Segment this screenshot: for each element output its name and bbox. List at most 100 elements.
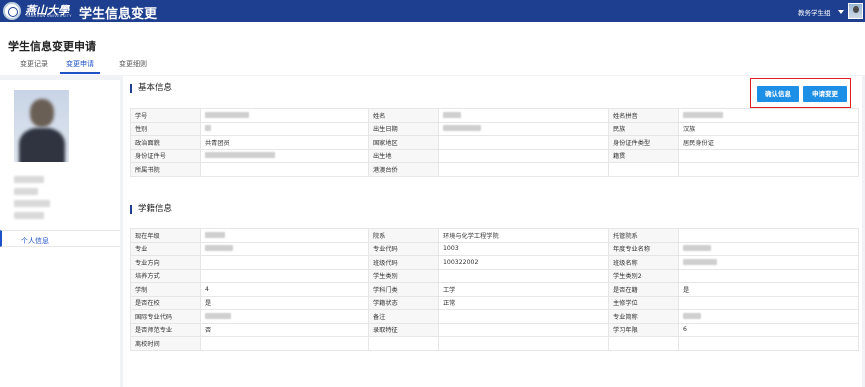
value-major-direction: [200, 255, 369, 270]
value-major-code: 1003: [438, 241, 609, 256]
value-discipline: 工学: [438, 282, 609, 297]
empty-cell: [608, 162, 679, 177]
confirm-info-button[interactable]: 确认信息: [757, 86, 799, 102]
label-discipline: 学科门类: [368, 282, 439, 297]
basic-info-table: 学号 姓名 姓名拼音 性别 出生日期 民族 汉族 政治面貌 共青团员 国家地区: [130, 108, 859, 177]
value-class-code: 100322002: [438, 255, 609, 270]
action-buttons-highlight: 确认信息 申请变更: [750, 78, 851, 108]
menu-item-label: 个人信息: [21, 237, 49, 245]
value-admission-feature: [438, 322, 609, 337]
label-ethnicity: 民族: [608, 121, 679, 136]
value-program-length: 4: [200, 282, 369, 297]
student-photo: [14, 90, 69, 162]
label-leave-date: 离校时间: [130, 336, 201, 351]
main-panel: 基本信息 确认信息 申请变更 学号 姓名 姓名拼音 性别 出生日期 民族 汉族 …: [123, 76, 862, 387]
tab-change-request[interactable]: 变更申请: [66, 59, 94, 69]
menu-item-personal-info[interactable]: 个人信息: [0, 230, 120, 247]
value-birthplace: [438, 148, 609, 163]
value-gender: [200, 121, 369, 136]
label-admission-feature: 录取特征: [368, 322, 439, 337]
value-leave-date: [200, 336, 369, 351]
label-department: 院系: [368, 228, 439, 243]
value-college: [200, 162, 369, 177]
label-enrollment-status: 学籍状态: [368, 295, 439, 310]
label-major: 专业: [130, 241, 201, 256]
redacted-info: [14, 200, 50, 207]
value-major-degree: [678, 295, 859, 310]
value-ethnicity: 汉族: [678, 121, 859, 136]
value-native-place: [678, 148, 859, 163]
page-header: 学生信息变更申请 变更记录 变更申请 变更细则: [0, 22, 865, 75]
label-major-direction: 专业方向: [130, 255, 201, 270]
empty-cell: [368, 336, 439, 351]
section-title-status: 学籍信息: [130, 205, 172, 214]
label-major-code: 专业代码: [368, 241, 439, 256]
tab-change-records[interactable]: 变更记录: [20, 59, 48, 69]
table-row: 是否师范专业 否 录取特征 学习年限 6: [130, 322, 859, 337]
value-annual-major-name: [678, 241, 859, 256]
value-department: 环境与化学工程学院: [438, 228, 609, 243]
label-annual-major-name: 年度专业名称: [608, 241, 679, 256]
redacted-name: [14, 176, 44, 183]
label-current-grade: 现在年级: [130, 228, 201, 243]
value-enrollment-status: 正常: [438, 295, 609, 310]
label-name: 姓名: [368, 108, 439, 123]
empty-cell: [438, 336, 609, 351]
user-avatar[interactable]: [848, 3, 863, 19]
value-study-years: 6: [678, 322, 859, 337]
value-birth-date: [438, 121, 609, 136]
value-major-abbr: [678, 309, 859, 324]
value-id-type: 居民身份证: [678, 135, 859, 150]
label-id-type: 身份证件类型: [608, 135, 679, 150]
empty-cell: [678, 162, 859, 177]
label-country: 国家地区: [368, 135, 439, 150]
empty-cell: [608, 336, 679, 351]
label-program-length: 学制: [130, 282, 201, 297]
table-row: 培养方式 学生类别 学生类别2: [130, 268, 859, 283]
label-political-status: 政治面貌: [130, 135, 201, 150]
label-remarks: 备注: [368, 309, 439, 324]
value-normal-major: 否: [200, 322, 369, 337]
label-student-category-2: 学生类别2: [608, 268, 679, 283]
value-on-campus: 是: [200, 295, 369, 310]
value-student-category: [438, 268, 609, 283]
label-intl-major-code: 国际专业代码: [130, 309, 201, 324]
university-name-en: YANSHAN UNIVERSITY: [26, 14, 72, 18]
table-row: 国际专业代码 备注 专业简称: [130, 309, 859, 324]
label-id-number: 身份证件号: [130, 148, 201, 163]
value-remarks: [438, 309, 609, 324]
label-college: 所属书院: [130, 162, 201, 177]
role-selector[interactable]: 教务学生组: [798, 7, 831, 17]
profile-panel: 个人信息: [0, 80, 120, 387]
label-major-abbr: 专业简称: [608, 309, 679, 324]
tab-change-rules[interactable]: 变更细则: [119, 59, 147, 69]
table-row: 所属书院 港澳台侨: [130, 162, 859, 177]
caret-down-icon[interactable]: [838, 10, 844, 14]
value-student-category-2: [678, 268, 859, 283]
value-host-department: [678, 228, 859, 243]
value-student-id: [200, 108, 369, 123]
label-host-department: 托管院系: [608, 228, 679, 243]
section-title-basic: 基本信息: [130, 84, 172, 93]
value-political-status: 共青团员: [200, 135, 369, 150]
label-gender: 性别: [130, 121, 201, 136]
label-class-code: 班级代码: [368, 255, 439, 270]
table-row: 专业 专业代码 1003 年度专业名称: [130, 241, 859, 256]
value-name-pinyin: [678, 108, 859, 123]
label-student-category: 学生类别: [368, 268, 439, 283]
label-training-mode: 培养方式: [130, 268, 201, 283]
label-birth-date: 出生日期: [368, 121, 439, 136]
value-major: [200, 241, 369, 256]
empty-cell: [678, 336, 859, 351]
label-name-pinyin: 姓名拼音: [608, 108, 679, 123]
label-on-campus: 是否在校: [130, 295, 201, 310]
label-birthplace: 出生地: [368, 148, 439, 163]
label-native-place: 籍贯: [608, 148, 679, 163]
table-row: 身份证件号 出生地 籍贯: [130, 148, 859, 163]
redacted-info: [14, 188, 38, 195]
table-row: 学制 4 学科门类 工学 是否在籍 是: [130, 282, 859, 297]
value-hk-macau-taiwan: [438, 162, 609, 177]
status-info-table: 现在年级 院系 环境与化学工程学院 托管院系 专业 专业代码 1003 年度专业…: [130, 228, 859, 351]
top-bar: 燕山大學 YANSHAN UNIVERSITY 学生信息变更 教务学生组: [0, 0, 865, 22]
apply-change-button[interactable]: 申请变更: [803, 86, 847, 102]
